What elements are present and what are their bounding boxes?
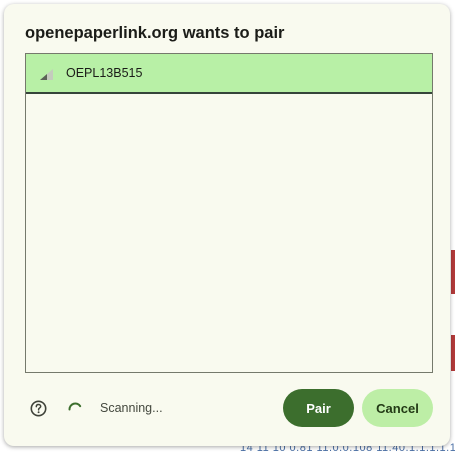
- device-list-item[interactable]: OEPL13B515: [26, 54, 432, 94]
- backdrop-accent-stripe: [451, 335, 455, 371]
- backdrop-accent-stripe: [451, 250, 455, 294]
- device-name: OEPL13B515: [66, 66, 143, 80]
- pair-button[interactable]: Pair: [283, 389, 354, 427]
- help-circle-icon[interactable]: [30, 400, 47, 417]
- device-list: OEPL13B515: [25, 53, 433, 373]
- cancel-button[interactable]: Cancel: [362, 389, 433, 427]
- bluetooth-pair-dialog: openepaperlink.org wants to pair OEPL13B…: [4, 4, 450, 446]
- scanning-status: Scanning...: [100, 401, 163, 415]
- loading-spinner-icon: [67, 400, 83, 416]
- signal-strength-icon: [40, 69, 53, 80]
- dialog-title: openepaperlink.org wants to pair: [25, 24, 285, 42]
